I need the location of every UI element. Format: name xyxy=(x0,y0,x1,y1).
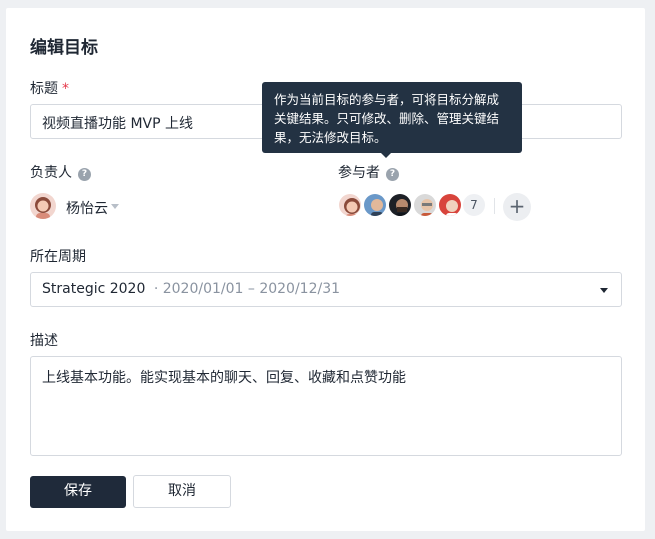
period-label: 所在周期 xyxy=(30,249,86,265)
description-label: 描述 xyxy=(30,333,58,349)
question-circle-icon[interactable]: ? xyxy=(78,168,91,181)
description-value: 上线基本功能。能实现基本的聊天、回复、收藏和点赞功能 xyxy=(42,370,406,386)
dialog-title: 编辑目标 xyxy=(30,38,98,58)
save-button[interactable]: 保存 xyxy=(30,476,126,508)
name-input-value: 视频直播功能 MVP 上线 xyxy=(42,116,193,132)
owner-name: 杨怡云 xyxy=(66,201,108,217)
caret-down-icon xyxy=(600,288,608,293)
participant-avatar[interactable] xyxy=(362,192,388,218)
name-label: 标题 * xyxy=(30,78,69,98)
participants-more-badge[interactable]: 7 xyxy=(461,192,487,218)
caret-down-icon xyxy=(111,204,119,209)
question-circle-icon[interactable]: ? xyxy=(386,168,399,181)
participants-list: 7 + xyxy=(337,192,537,222)
tooltip-arrow xyxy=(380,152,392,158)
participant-avatar[interactable] xyxy=(437,192,463,218)
participant-avatar[interactable] xyxy=(412,192,438,218)
participant-avatar[interactable] xyxy=(337,192,363,218)
participant-avatar[interactable] xyxy=(387,192,413,218)
owner-label: 负责人? xyxy=(30,162,91,182)
description-textarea[interactable]: 上线基本功能。能实现基本的聊天、回复、收藏和点赞功能 xyxy=(30,356,622,456)
participants-label-text: 参与者 xyxy=(338,165,380,181)
period-select[interactable]: Strategic 2020 · 2020/01/01 – 2020/12/31 xyxy=(30,272,622,307)
period-range: · 2020/01/01 – 2020/12/31 xyxy=(153,281,341,297)
plus-icon[interactable]: + xyxy=(503,193,531,221)
participants-tooltip: 作为当前目标的参与者，可将目标分解成关键结果。只可修改、删除、管理关键结果，无法… xyxy=(262,82,522,153)
name-label-text: 标题 xyxy=(30,81,58,97)
period-name: Strategic 2020 xyxy=(42,281,146,297)
owner-label-text: 负责人 xyxy=(30,165,72,181)
divider xyxy=(494,198,495,214)
participants-label: 参与者? xyxy=(338,162,399,182)
owner-selector[interactable]: 杨怡云 xyxy=(30,193,130,221)
required-mark: * xyxy=(62,81,69,97)
cancel-button[interactable]: 取消 xyxy=(133,475,231,508)
owner-avatar xyxy=(30,193,56,219)
